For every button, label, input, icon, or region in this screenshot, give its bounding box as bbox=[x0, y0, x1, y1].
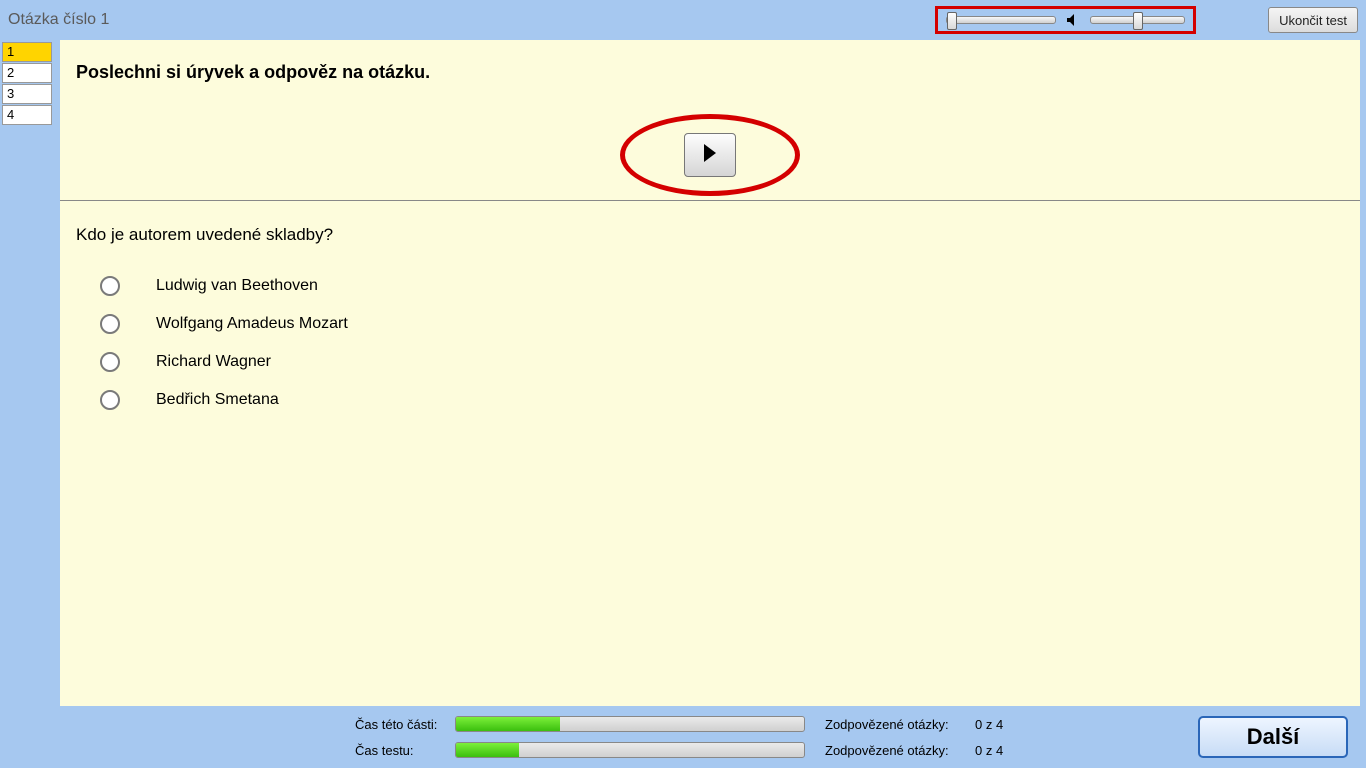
option-row: Wolfgang Amadeus Mozart bbox=[76, 305, 1344, 343]
speaker-icon bbox=[1066, 13, 1080, 27]
volume-slider[interactable] bbox=[1090, 16, 1185, 24]
option-label-1: Ludwig van Beethoven bbox=[156, 277, 318, 295]
answered-test-value: 0 z 4 bbox=[975, 743, 1035, 758]
test-time-progress-fill bbox=[456, 743, 519, 757]
option-row: Richard Wagner bbox=[76, 343, 1344, 381]
question-content: Poslechni si úryvek a odpověz na otázku.… bbox=[60, 40, 1360, 706]
option-radio-2[interactable] bbox=[100, 314, 120, 334]
question-number-title: Otázka číslo 1 bbox=[8, 11, 109, 29]
question-nav-item-2[interactable]: 2 bbox=[2, 63, 52, 83]
main-area: 1 2 3 4 Poslechni si úryvek a odpověz na… bbox=[0, 40, 1366, 706]
question-nav-item-1[interactable]: 1 bbox=[2, 42, 52, 62]
part-time-progress-fill bbox=[456, 717, 560, 731]
volume-thumb[interactable] bbox=[1133, 12, 1143, 30]
question-nav-sidebar: 1 2 3 4 bbox=[0, 40, 60, 706]
section-divider bbox=[60, 200, 1360, 201]
test-time-label: Čas testu: bbox=[355, 743, 455, 758]
test-time-progress bbox=[455, 742, 805, 758]
question-nav-item-3[interactable]: 3 bbox=[2, 84, 52, 104]
question-text: Kdo je autorem uvedené skladby? bbox=[76, 225, 1344, 245]
option-row: Ludwig van Beethoven bbox=[76, 267, 1344, 305]
part-time-progress bbox=[455, 716, 805, 732]
next-button[interactable]: Další bbox=[1198, 716, 1348, 758]
instruction-text: Poslechni si úryvek a odpověz na otázku. bbox=[60, 40, 1360, 83]
option-label-4: Bedřich Smetana bbox=[156, 391, 279, 409]
option-radio-3[interactable] bbox=[100, 352, 120, 372]
question-area: Kdo je autorem uvedené skladby? Ludwig v… bbox=[76, 225, 1344, 419]
option-radio-1[interactable] bbox=[100, 276, 120, 296]
option-label-3: Richard Wagner bbox=[156, 353, 271, 371]
answered-test-label: Zodpovězené otázky: bbox=[815, 743, 975, 758]
audio-progress-slider[interactable] bbox=[946, 16, 1056, 24]
audio-controls-highlight bbox=[935, 6, 1196, 34]
play-icon bbox=[702, 144, 718, 167]
top-bar: Otázka číslo 1 Ukončit test bbox=[0, 0, 1366, 40]
status-block: Čas této části: Zodpovězené otázky: 0 z … bbox=[355, 716, 1035, 758]
bottom-bar: Čas této části: Zodpovězené otázky: 0 z … bbox=[0, 706, 1366, 768]
option-radio-4[interactable] bbox=[100, 390, 120, 410]
question-nav-item-4[interactable]: 4 bbox=[2, 105, 52, 125]
answered-part-value: 0 z 4 bbox=[975, 717, 1035, 732]
option-label-2: Wolfgang Amadeus Mozart bbox=[156, 315, 348, 333]
option-row: Bedřich Smetana bbox=[76, 381, 1344, 419]
play-area bbox=[60, 120, 1360, 190]
play-button[interactable] bbox=[684, 133, 736, 177]
audio-progress-thumb[interactable] bbox=[947, 12, 957, 30]
answered-part-label: Zodpovězené otázky: bbox=[815, 717, 975, 732]
end-test-button[interactable]: Ukončit test bbox=[1268, 7, 1358, 33]
part-time-label: Čas této části: bbox=[355, 717, 455, 732]
